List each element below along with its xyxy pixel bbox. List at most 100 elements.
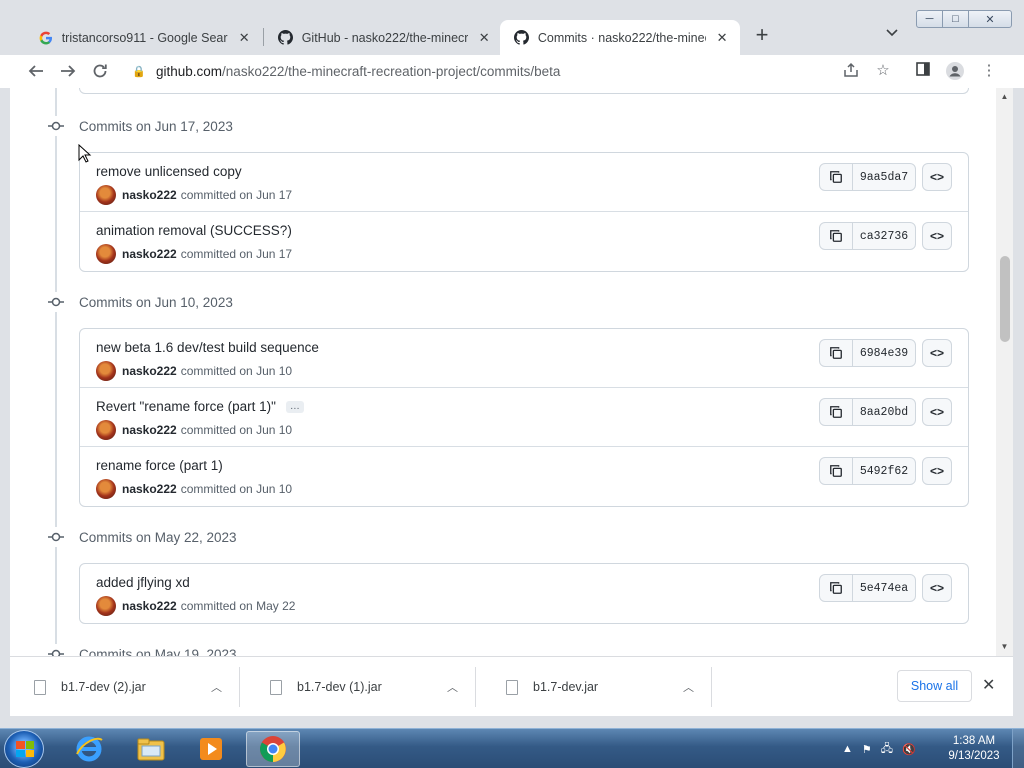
chevron-up-icon[interactable]: ︿ — [683, 679, 694, 695]
chevron-up-icon[interactable]: ︿ — [447, 679, 458, 695]
close-icon[interactable]: ✕ — [476, 30, 492, 46]
copy-icon[interactable] — [820, 340, 853, 366]
commit-message[interactable]: remove unlicensed copy — [96, 164, 242, 179]
commit-author[interactable]: nasko222 — [122, 482, 177, 496]
commit-message-text[interactable]: new beta 1.6 dev/test build sequence — [96, 340, 319, 355]
commit-list: added jflying xd nasko222 committed on Ma… — [79, 563, 969, 624]
tab-commits[interactable]: Commits · nasko222/the-minecraft ✕ — [500, 20, 740, 55]
commit-actions: 8aa20bd <> — [819, 398, 952, 426]
maximize-button[interactable]: □ — [943, 11, 969, 27]
copy-icon[interactable] — [820, 164, 853, 190]
commit-sha-button[interactable]: 8aa20bd — [853, 399, 915, 425]
commit-message[interactable]: animation removal (SUCCESS?) — [96, 223, 292, 238]
copy-icon[interactable] — [820, 399, 853, 425]
avatar[interactable] — [96, 185, 116, 205]
scroll-thumb[interactable] — [1000, 256, 1010, 342]
side-panel-icon[interactable] — [914, 62, 932, 80]
internet-explorer-icon[interactable] — [62, 731, 116, 767]
commit-author[interactable]: nasko222 — [122, 188, 177, 202]
avatar[interactable] — [96, 420, 116, 440]
commit-message[interactable]: new beta 1.6 dev/test build sequence — [96, 340, 319, 355]
show-desktop-button[interactable] — [1012, 729, 1024, 768]
commit-message[interactable]: Revert "rename force (part 1)" … — [96, 399, 304, 414]
commit-date: committed on Jun 10 — [180, 423, 293, 437]
bookmark-star-icon[interactable]: ☆ — [874, 62, 892, 80]
copy-icon[interactable] — [820, 223, 853, 249]
new-tab-button[interactable]: + — [752, 24, 772, 46]
commit-sha-button[interactable]: 9aa5da7 — [853, 164, 915, 190]
forward-arrow-icon — [61, 65, 76, 77]
media-player-icon[interactable] — [184, 731, 238, 767]
commit-group-heading: Commits on May 22, 2023 — [44, 527, 237, 547]
chevron-up-icon[interactable]: ︿ — [211, 679, 222, 695]
commit-author[interactable]: nasko222 — [122, 364, 177, 378]
sha-button-group: 6984e39 — [819, 339, 916, 367]
profile-avatar-icon[interactable] — [946, 62, 964, 80]
browse-code-icon[interactable]: <> — [922, 457, 952, 485]
reload-button[interactable] — [88, 59, 112, 83]
commit-meta: nasko222 committed on Jun 17 — [96, 244, 292, 264]
file-explorer-icon[interactable] — [124, 731, 178, 767]
tab-google-search[interactable]: tristancorso911 - Google Search ✕ — [24, 20, 262, 55]
commit-message[interactable]: rename force (part 1) — [96, 458, 223, 473]
forward-button[interactable] — [56, 59, 80, 83]
taskbar-clock[interactable]: 1:38 AM 9/13/2023 — [944, 734, 1004, 764]
download-item[interactable]: b1.7-dev.jar ︿ — [482, 667, 712, 707]
show-all-downloads-button[interactable]: Show all — [897, 670, 972, 702]
tab-title: GitHub - nasko222/the-minecraft — [301, 30, 469, 45]
browse-code-icon[interactable]: <> — [922, 574, 952, 602]
browse-code-icon[interactable]: <> — [922, 339, 952, 367]
address-bar[interactable]: 🔒 github.com/nasko222/the-minecraft-recr… — [122, 57, 904, 85]
commit-author[interactable]: nasko222 — [122, 599, 177, 613]
window-close-button[interactable]: ✕ — [969, 11, 1011, 27]
vertical-scrollbar[interactable]: ▲ ▼ — [996, 88, 1013, 656]
commit-sha-button[interactable]: 5492f62 — [853, 458, 915, 484]
file-icon — [506, 679, 518, 695]
close-icon[interactable]: ✕ — [714, 30, 730, 46]
commit-sha-button[interactable]: 5e474ea — [853, 575, 915, 601]
commit-message-text[interactable]: animation removal (SUCCESS?) — [96, 223, 292, 238]
action-center-flag-icon[interactable]: ⚑ — [862, 743, 872, 756]
avatar[interactable] — [96, 244, 116, 264]
avatar[interactable] — [96, 479, 116, 499]
commit-message-text[interactable]: added jflying xd — [96, 575, 190, 590]
lock-icon[interactable]: 🔒 — [128, 65, 150, 78]
menu-kebab-icon[interactable]: ⋮ — [980, 62, 998, 80]
browse-code-icon[interactable]: <> — [922, 222, 952, 250]
tab-github-repo[interactable]: GitHub - nasko222/the-minecraft ✕ — [264, 20, 502, 55]
commit-author[interactable]: nasko222 — [122, 423, 177, 437]
download-filename: b1.7-dev (1).jar — [297, 680, 382, 694]
download-item[interactable]: b1.7-dev (2).jar ︿ — [10, 667, 240, 707]
start-button[interactable] — [4, 730, 44, 768]
commit-sha-button[interactable]: ca32736 — [853, 223, 915, 249]
commit-message-text[interactable]: Revert "rename force (part 1)" — [96, 399, 276, 414]
share-icon[interactable] — [842, 62, 860, 80]
avatar[interactable] — [96, 596, 116, 616]
back-button[interactable] — [24, 59, 48, 83]
sha-button-group: 5e474ea — [819, 574, 916, 602]
url-host: github.com — [156, 63, 223, 79]
volume-muted-icon[interactable]: 🔇 — [902, 743, 916, 756]
show-hidden-icons-arrow-icon[interactable]: ▲ — [842, 743, 853, 755]
network-icon[interactable]: 🖧 — [881, 740, 893, 759]
scroll-down-arrow-icon[interactable]: ▼ — [996, 640, 1013, 654]
commit-date: committed on Jun 17 — [180, 188, 293, 202]
commit-sha-button[interactable]: 6984e39 — [853, 340, 915, 366]
scroll-up-arrow-icon[interactable]: ▲ — [996, 90, 1013, 104]
commit-message-text[interactable]: remove unlicensed copy — [96, 164, 242, 179]
chrome-taskbar-icon[interactable] — [246, 731, 300, 767]
tab-search-chevron-icon[interactable] — [886, 26, 898, 40]
download-item[interactable]: b1.7-dev (1).jar ︿ — [246, 667, 476, 707]
avatar[interactable] — [96, 361, 116, 381]
commit-message-text[interactable]: rename force (part 1) — [96, 458, 223, 473]
browse-code-icon[interactable]: <> — [922, 398, 952, 426]
browse-code-icon[interactable]: <> — [922, 163, 952, 191]
commit-author[interactable]: nasko222 — [122, 247, 177, 261]
copy-icon[interactable] — [820, 575, 853, 601]
close-icon[interactable]: ✕ — [236, 30, 252, 46]
minimize-button[interactable]: ─ — [917, 11, 943, 27]
expand-message-button[interactable]: … — [285, 400, 304, 413]
close-icon[interactable]: ✕ — [982, 675, 995, 695]
copy-icon[interactable] — [820, 458, 853, 484]
commit-message[interactable]: added jflying xd — [96, 575, 190, 590]
